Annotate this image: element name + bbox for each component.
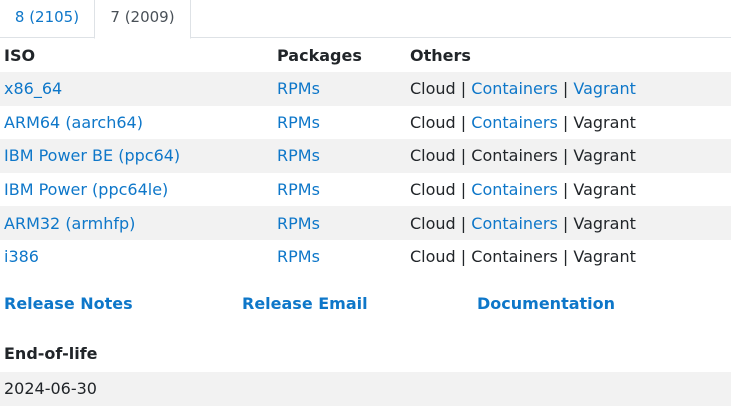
vagrant-text: Vagrant	[573, 180, 636, 200]
containers-text: Containers	[471, 247, 558, 267]
iso-link[interactable]: i386	[4, 247, 39, 266]
table-row: x86_64 RPMs Cloud | Containers | Vagrant	[0, 72, 731, 106]
end-of-life-date: 2024-06-30	[0, 372, 731, 406]
tab-8-2105[interactable]: 8 (2105)	[0, 0, 94, 38]
table-header-row: ISO Packages Others	[0, 38, 731, 72]
release-email-link[interactable]: Release Email	[242, 294, 368, 313]
rpms-link[interactable]: RPMs	[277, 113, 320, 132]
documentation-link[interactable]: Documentation	[477, 294, 615, 313]
iso-link[interactable]: ARM32 (armhfp)	[4, 214, 135, 233]
cloud-text: Cloud	[410, 180, 456, 200]
containers-link[interactable]: Containers	[471, 79, 558, 98]
containers-link[interactable]: Containers	[471, 214, 558, 233]
separator: |	[562, 213, 569, 233]
separator: |	[460, 146, 467, 166]
separator: |	[460, 213, 467, 233]
vagrant-link[interactable]: Vagrant	[573, 79, 635, 98]
iso-link[interactable]: IBM Power (ppc64le)	[4, 180, 168, 199]
table-row: i386 RPMs Cloud | Containers | Vagrant	[0, 240, 731, 274]
rpms-link[interactable]: RPMs	[277, 214, 320, 233]
separator: |	[460, 112, 467, 132]
version-tabs: 8 (2105) 7 (2009)	[0, 0, 731, 39]
separator: |	[562, 112, 569, 132]
cloud-text: Cloud	[410, 213, 456, 233]
cloud-text: Cloud	[410, 247, 456, 267]
cloud-text: Cloud	[410, 112, 456, 132]
separator: |	[460, 180, 467, 200]
end-of-life-heading: End-of-life	[4, 344, 98, 363]
separator: |	[460, 79, 467, 99]
table-row: ARM32 (armhfp) RPMs Cloud | Containers |…	[0, 206, 731, 240]
containers-link[interactable]: Containers	[471, 180, 558, 199]
rpms-link[interactable]: RPMs	[277, 146, 320, 165]
vagrant-text: Vagrant	[573, 213, 636, 233]
vagrant-text: Vagrant	[573, 146, 636, 166]
containers-text: Containers	[471, 146, 558, 166]
header-iso: ISO	[4, 45, 36, 65]
separator: |	[562, 247, 569, 267]
vagrant-text: Vagrant	[573, 112, 636, 132]
cloud-text: Cloud	[410, 146, 456, 166]
separator: |	[562, 146, 569, 166]
iso-link[interactable]: IBM Power BE (ppc64)	[4, 146, 180, 165]
rpms-link[interactable]: RPMs	[277, 247, 320, 266]
rpms-link[interactable]: RPMs	[277, 180, 320, 199]
header-packages: Packages	[277, 45, 362, 65]
containers-link[interactable]: Containers	[471, 113, 558, 132]
rpms-link[interactable]: RPMs	[277, 79, 320, 98]
separator: |	[562, 79, 569, 99]
separator: |	[562, 180, 569, 200]
table-row: IBM Power (ppc64le) RPMs Cloud | Contain…	[0, 173, 731, 207]
separator: |	[460, 247, 467, 267]
table-row: ARM64 (aarch64) RPMs Cloud | Containers …	[0, 106, 731, 140]
vagrant-text: Vagrant	[573, 247, 636, 267]
table-row: IBM Power BE (ppc64) RPMs Cloud | Contai…	[0, 139, 731, 173]
release-links: Release Notes Release Email Documentatio…	[0, 294, 731, 318]
header-others: Others	[410, 45, 471, 65]
iso-link[interactable]: ARM64 (aarch64)	[4, 113, 143, 132]
tab-7-2009[interactable]: 7 (2009)	[94, 0, 191, 39]
release-table: ISO Packages Others x86_64 RPMs Cloud | …	[0, 38, 731, 274]
iso-link[interactable]: x86_64	[4, 79, 62, 98]
cloud-text: Cloud	[410, 79, 456, 99]
release-notes-link[interactable]: Release Notes	[4, 294, 133, 313]
